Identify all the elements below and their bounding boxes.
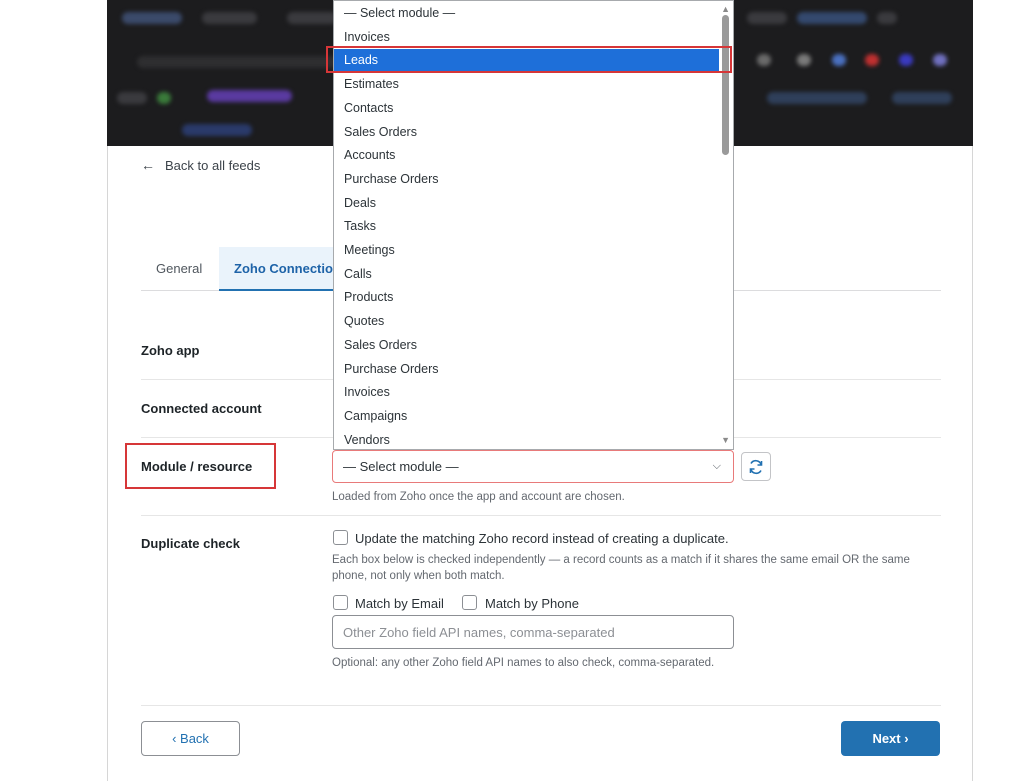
divider [141, 705, 941, 706]
tab-zoho-connection[interactable]: Zoho Connection [219, 247, 339, 291]
annotation-highlight-box [326, 46, 732, 73]
back-link-label: Back to all feeds [165, 157, 261, 173]
zoho-app-label: Zoho app [141, 343, 200, 358]
module-resource-label: Module / resource [141, 459, 253, 474]
refresh-icon [749, 459, 763, 474]
update-matching-checkbox[interactable] [333, 530, 348, 545]
dropdown-option[interactable]: Sales Orders [334, 121, 720, 145]
module-help-text: Loaded from Zoho once the app and accoun… [332, 491, 625, 503]
other-fields-input[interactable] [332, 615, 734, 649]
dropdown-option[interactable]: Calls [334, 263, 720, 287]
dropdown-option[interactable]: Estimates [334, 73, 720, 97]
divider [141, 515, 941, 516]
match-email-checkbox[interactable] [333, 595, 348, 610]
other-fields-help: Optional: any other Zoho field API names… [332, 657, 715, 669]
update-matching-label: Update the matching Zoho record instead … [355, 531, 729, 546]
tab-general[interactable]: General [141, 247, 219, 291]
chevron-down-icon: ⌵ [712, 460, 721, 472]
dropdown-option[interactable]: Purchase Orders [334, 358, 720, 382]
dropdown-option[interactable]: Contacts [334, 97, 720, 121]
scrollbar-thumb[interactable] [722, 15, 729, 155]
dropdown-option[interactable]: Sales Orders [334, 334, 720, 358]
dropdown-option[interactable]: Invoices [334, 381, 720, 405]
module-select[interactable]: — Select module — ⌵ [332, 450, 734, 483]
duplicate-check-label: Duplicate check [141, 536, 240, 551]
dropdown-option[interactable]: Accounts [334, 144, 720, 168]
module-select-value: — Select module — [343, 459, 459, 474]
match-phone-label: Match by Phone [485, 596, 579, 611]
dropdown-option[interactable]: Campaigns [334, 405, 720, 429]
match-phone-checkbox[interactable] [462, 595, 477, 610]
dropdown-option[interactable]: — Select module — [334, 2, 720, 26]
scroll-down-arrow-icon[interactable]: ▼ [721, 435, 730, 445]
dropdown-option[interactable]: Tasks [334, 215, 720, 239]
refresh-modules-button[interactable] [741, 452, 771, 481]
dropdown-option[interactable]: Purchase Orders [334, 168, 720, 192]
scroll-up-arrow-icon[interactable]: ▲ [721, 4, 730, 14]
next-button[interactable]: Next › [841, 721, 940, 756]
dropdown-option[interactable]: Quotes [334, 310, 720, 334]
dropdown-option[interactable]: Vendors [334, 429, 720, 449]
back-button[interactable]: ‹ Back [141, 721, 240, 756]
connected-account-label: Connected account [141, 401, 262, 416]
duplicate-help-text: Each box below is checked independently … [332, 554, 910, 582]
arrow-left-icon: ← [141, 157, 155, 173]
dropdown-option[interactable]: Meetings [334, 239, 720, 263]
match-email-label: Match by Email [355, 596, 444, 611]
back-to-feeds-link[interactable]: ← Back to all feeds [141, 157, 260, 173]
dropdown-option[interactable]: Products [334, 286, 720, 310]
dropdown-option[interactable]: Deals [334, 192, 720, 216]
